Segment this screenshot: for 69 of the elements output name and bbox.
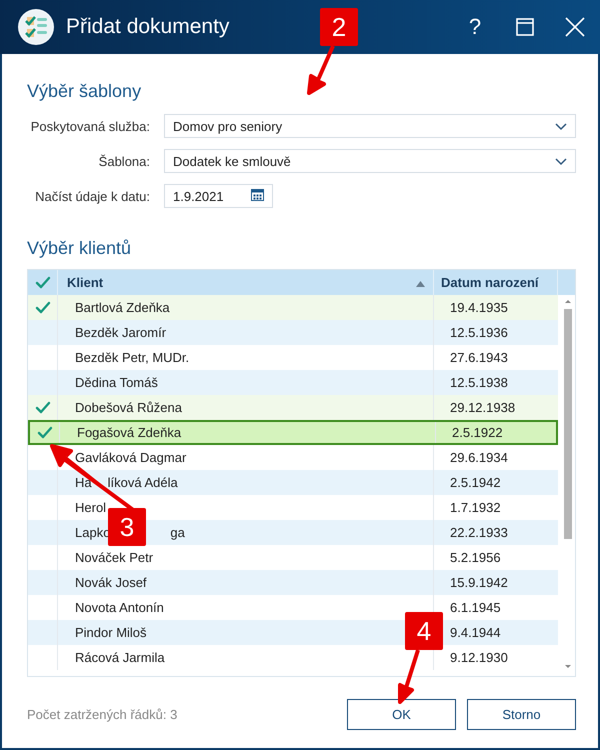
section-title: Výběr klientů (27, 238, 132, 259)
client-name: Gavláková Dagmar (75, 450, 186, 465)
birth-date: 19.4.1935 (450, 300, 508, 315)
client-name: Bezděk Jaromír (75, 325, 166, 340)
client-name: ga (170, 525, 185, 540)
callout-arrow (398, 648, 420, 704)
sort-arrow-icon (416, 281, 425, 287)
client-name: Nováček Petr (75, 550, 154, 565)
ok-button[interactable]: OK (347, 698, 456, 730)
dropdown-field[interactable]: Dodatek ke smlouvě (164, 149, 576, 173)
check-icon[interactable] (36, 425, 52, 440)
client-name: Fogašová Zdeňka (77, 425, 182, 440)
client-name: Ha (75, 475, 92, 490)
calendar-icon (251, 188, 264, 201)
client-name: Novota Antonín (75, 600, 164, 615)
field-label: Načíst údaje k datu: (34, 188, 150, 204)
table-row[interactable]: Dědina Tomáš 12.5.1938 (28, 370, 558, 395)
birth-date: 6.1.1945 (450, 600, 501, 615)
table-row[interactable]: Dobešová Růžena 29.12.1938 (28, 395, 558, 420)
birth-date: 15.9.1942 (450, 575, 508, 590)
check-icon[interactable] (34, 275, 50, 290)
table-row[interactable]: Novák Josef 15.9.1942 (28, 570, 558, 595)
birth-date: 2.5.1922 (452, 425, 503, 440)
client-name: Pindor Miloš (75, 625, 147, 640)
column-header[interactable]: Klient (67, 275, 104, 290)
maximize-icon (516, 18, 534, 36)
birth-date: 2.5.1942 (450, 475, 501, 490)
step-number-callout: 3 (108, 508, 146, 546)
chevron-down-icon (555, 122, 567, 130)
field-label: Poskytovaná služba: (30, 118, 150, 134)
checklist-logo-icon (18, 9, 54, 45)
date-field[interactable]: 1.9.2021 (164, 184, 273, 208)
client-name: Bartlová Zdeňka (75, 300, 170, 315)
birth-date: 9.12.1930 (450, 650, 508, 665)
birth-date: 22.2.1933 (450, 525, 508, 540)
birth-date: 12.5.1938 (450, 375, 508, 390)
client-name: Novák Josef (75, 575, 147, 590)
table-row[interactable]: Ha líková Adéla 2.5.1942 (28, 470, 558, 495)
window-title: Přidat dokumenty (66, 15, 230, 39)
birth-date: 29.6.1934 (450, 450, 508, 465)
client-name: Dědina Tomáš (75, 375, 158, 390)
check-icon[interactable] (34, 300, 50, 315)
close-icon (565, 17, 585, 37)
chevron-down-icon (555, 158, 567, 166)
client-name: Rácová Jarmila (75, 650, 165, 665)
cancel-button[interactable]: Storno (467, 698, 576, 730)
birth-date: 12.5.1936 (450, 325, 508, 340)
check-icon[interactable] (34, 400, 50, 415)
birth-date: 5.2.1956 (450, 550, 501, 565)
checked-rows-count: Počet zatržených řádků: 3 (27, 706, 178, 722)
client-name: Herol (75, 500, 106, 515)
table-row[interactable]: Bezděk Jaromír 12.5.1936 (28, 320, 558, 345)
field-label: Šablona: (98, 154, 150, 168)
table-row[interactable]: Bartlová Zdeňka 19.4.1935 (28, 295, 558, 320)
client-name: líková Adéla (108, 475, 178, 490)
client-name: Dobešová Růžena (75, 400, 182, 415)
callout-arrow (307, 44, 335, 95)
table-row[interactable]: Fogašová Zdeňka 2.5.1922 (28, 420, 558, 445)
step-number-callout: 4 (405, 612, 443, 650)
birth-date: 27.6.1943 (450, 350, 508, 365)
column-header[interactable]: Datum narození (441, 275, 539, 290)
help-button[interactable]: ? (450, 0, 500, 54)
step-number-callout: 2 (320, 8, 358, 46)
dropdown-field[interactable]: Domov pro seniory (164, 114, 576, 138)
section-title: Výběr šablony (27, 81, 142, 102)
birth-date: 9.4.1944 (450, 625, 501, 640)
birth-date: 1.7.1932 (450, 500, 501, 515)
client-name: Bezděk Petr, MUDr. (75, 350, 190, 365)
birth-date: 29.12.1938 (450, 400, 516, 415)
